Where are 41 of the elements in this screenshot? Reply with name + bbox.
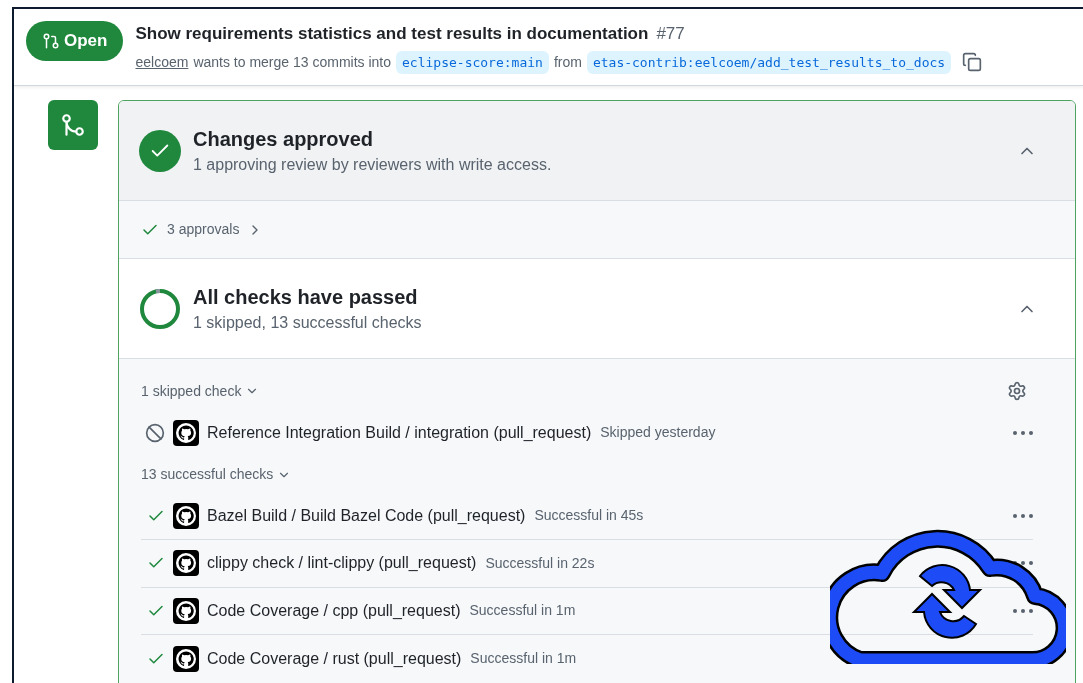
pr-number: #77: [656, 23, 685, 45]
pr-title: Show requirements statistics and test results in documentation: [135, 23, 649, 45]
check-result: Successful in 22s: [485, 553, 595, 573]
author-link[interactable]: eelcoem: [135, 51, 189, 73]
check-name-link[interactable]: Bazel Build / Build Bazel Code (pull_request): [207, 503, 526, 528]
merge-text: wants to merge 13 commits into: [193, 52, 391, 72]
github-logo-icon: [173, 502, 199, 529]
copy-icon[interactable]: [962, 52, 983, 73]
github-logo-icon: [173, 597, 199, 624]
more-icon: [1013, 513, 1033, 518]
check-result: Skipped yesterday: [600, 423, 716, 443]
merge-icon: [48, 100, 98, 150]
group-toggle[interactable]: 1 skipped check: [141, 380, 260, 402]
check-name-link[interactable]: Code Coverage / rust (pull_request): [207, 646, 462, 671]
section-subtitle: 1 skipped, 13 successful checks: [193, 312, 422, 333]
section-title: Changes approved: [193, 126, 375, 152]
section-subtitle: 1 approving review by reviewers with write access.: [193, 154, 552, 175]
settings-icon[interactable]: [1007, 381, 1027, 401]
group-toggle[interactable]: 13 successful checks: [141, 464, 292, 485]
github-logo-icon: [173, 645, 199, 672]
pull-request-icon: [42, 32, 60, 50]
check-result: Successful in 1m: [469, 601, 576, 621]
github-logo-icon: [173, 550, 199, 577]
from-text: from: [553, 52, 582, 72]
section-title: All checks have passed: [193, 284, 419, 310]
more-icon: [1013, 430, 1033, 435]
check-result: Successful in 1m: [470, 649, 577, 669]
check-name-link[interactable]: clippy check / lint-clippy (pull_request): [207, 551, 477, 576]
status-badge: Open: [26, 21, 124, 61]
more-icon: [1013, 561, 1033, 566]
approvals-link[interactable]: 3 approvals: [141, 219, 264, 240]
check-name-link[interactable]: Code Coverage / cpp (pull_request): [207, 598, 461, 623]
head-branch[interactable]: etas-contrib:eelcoem/add_test_results_to_docs: [586, 50, 952, 74]
more-icon: [1013, 608, 1033, 613]
check-result: Successful in 45s: [534, 506, 644, 526]
more-options-button[interactable]: [1013, 561, 1033, 566]
base-branch[interactable]: eclipse-score:main: [396, 50, 549, 74]
github-logo-icon: [173, 419, 199, 446]
progress-ring-icon: [139, 287, 181, 330]
skipped-icon: [145, 422, 165, 443]
check-name-link[interactable]: Reference Integration Build / integration (pull_request): [207, 420, 592, 445]
